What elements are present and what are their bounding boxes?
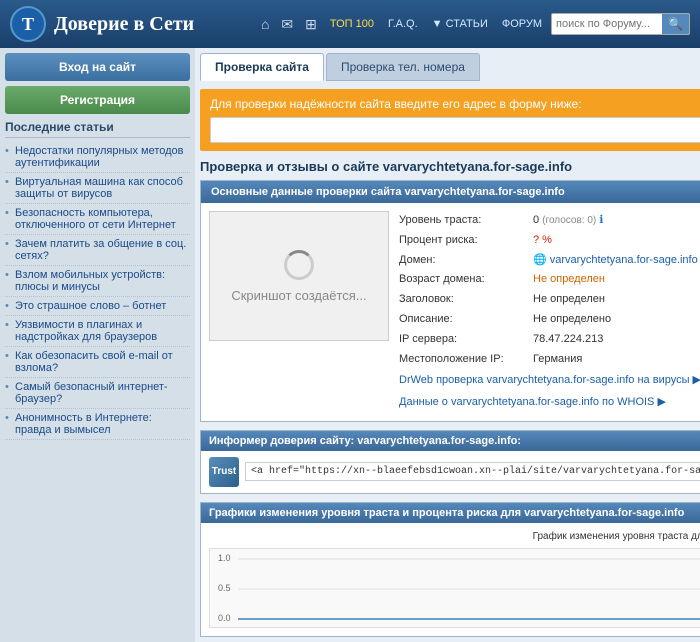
location-label: Местоположение IP: bbox=[399, 350, 529, 370]
graph-svg: 1.0 0.5 0.0 bbox=[210, 549, 700, 629]
articles-list: Недостатки популярных методов аутентифик… bbox=[5, 142, 190, 440]
svg-text:1.0: 1.0 bbox=[218, 553, 231, 563]
sidebar-article-item[interactable]: Взлом мобильных устройств: плюсы и минус… bbox=[5, 266, 190, 297]
informer-section: Информер доверия сайту: varvarychtetyana… bbox=[200, 430, 700, 494]
age-value: Не определен bbox=[533, 270, 605, 290]
drweb-link[interactable]: DrWeb проверка varvarychtetyana.for-sage… bbox=[399, 371, 700, 391]
informer-body: Trust <a href="https://xn--blaeefebsd1cw… bbox=[201, 451, 700, 493]
nav-bar: ⌂ ✉ ⊞ ТОП 100 Г.А.Q. ▼ СТАТЬИ ФОРУМ 🔍 bbox=[257, 13, 690, 35]
description-label: Описание: bbox=[399, 310, 529, 330]
location-value: Германия bbox=[533, 350, 582, 370]
info-box: Для проверки надёжности сайта введите ег… bbox=[200, 89, 700, 151]
sidebar-article-item[interactable]: Анонимность в Интернете: правда и вымысе… bbox=[5, 409, 190, 440]
site-details: Уровень траста: 0 (голосов: 0) ℹ Процент… bbox=[399, 211, 700, 413]
sidebar-articles: Недостатки популярных методов аутентифик… bbox=[5, 142, 190, 440]
title-value: Не определен bbox=[533, 290, 605, 310]
title-label: Заголовок: bbox=[399, 290, 529, 310]
informer-header: Информер доверия сайту: varvarychtetyana… bbox=[201, 431, 700, 451]
nav-top100[interactable]: ТОП 100 bbox=[325, 16, 379, 32]
sidebar-article-item[interactable]: Недостатки популярных методов аутентифик… bbox=[5, 142, 190, 173]
tabs: Проверка сайта Проверка тел. номера bbox=[200, 53, 700, 81]
site-check-title: Проверка и отзывы о сайте varvarychtetya… bbox=[200, 159, 700, 174]
sidebar-articles-title: Последние статьи bbox=[5, 120, 190, 138]
sidebar-article-item[interactable]: Зачем платить за общение в соц. сетях? bbox=[5, 235, 190, 266]
domain-row: Домен: 🌐 varvarychtetyana.for-sage.info bbox=[399, 251, 700, 271]
graph-canvas: 1.0 0.5 0.0 bbox=[209, 548, 700, 628]
main-panel-body: Скриншот создаётся... Уровень траста: 0 … bbox=[201, 203, 700, 421]
loading-spinner bbox=[284, 250, 314, 280]
informer-code[interactable]: <a href="https://xn--blaeefebsd1cwoan.xn… bbox=[245, 462, 700, 481]
graph-header: Графики изменения уровня траста и процен… bbox=[201, 503, 700, 523]
screenshot-area: Скриншот создаётся... bbox=[209, 211, 389, 341]
svg-text:0.0: 0.0 bbox=[218, 613, 231, 623]
sidebar-article-item[interactable]: Как обезопасить свой e-mail от взлома? bbox=[5, 347, 190, 378]
main-panel-header: Основные данные проверки сайта varvarych… bbox=[201, 181, 700, 203]
url-input[interactable] bbox=[210, 117, 700, 143]
sidebar-article-item[interactable]: Самый безопасный интернет-браузер? bbox=[5, 378, 190, 409]
trust-level-row: Уровень траста: 0 (голосов: 0) ℹ Процент… bbox=[399, 211, 700, 413]
title-row: Заголовок: Не определен bbox=[399, 290, 700, 310]
main-panel: Основные данные проверки сайта varvarych… bbox=[200, 180, 700, 422]
register-button[interactable]: Регистрация bbox=[5, 86, 190, 114]
nav-forum[interactable]: ФОРУМ bbox=[497, 16, 547, 32]
layout: Вход на сайт Регистрация Последние стать… bbox=[0, 48, 700, 642]
info-box-text: Для проверки надёжности сайта введите ег… bbox=[210, 97, 582, 111]
trust-level-label: Уровень траста: bbox=[399, 211, 529, 231]
sidebar-article-item[interactable]: Это страшное слово – ботнет bbox=[5, 297, 190, 316]
trust-level-row-detail: Уровень траста: 0 (голосов: 0) ℹ bbox=[399, 211, 700, 231]
home-icon[interactable]: ⌂ bbox=[257, 14, 273, 34]
site-title: Доверие в Сети bbox=[54, 13, 194, 36]
svg-text:0.5: 0.5 bbox=[218, 583, 231, 593]
search-button[interactable]: 🔍 bbox=[662, 14, 689, 34]
email-icon[interactable]: ✉ bbox=[277, 14, 297, 35]
logo-area: Т Доверие в Сети bbox=[10, 6, 194, 42]
header: Т Доверие в Сети ⌂ ✉ ⊞ ТОП 100 Г.А.Q. ▼ … bbox=[0, 0, 700, 48]
trust-votes: (голосов: 0) bbox=[542, 215, 596, 226]
tab-check-phone[interactable]: Проверка тел. номера bbox=[326, 53, 480, 81]
age-row: Возраст домена: Не определен bbox=[399, 270, 700, 290]
sidebar-article-item[interactable]: Безопасность компьютера, отключенного от… bbox=[5, 204, 190, 235]
login-button[interactable]: Вход на сайт bbox=[5, 53, 190, 81]
content: Проверка сайта Проверка тел. номера Для … bbox=[195, 48, 700, 642]
nav-faq[interactable]: Г.А.Q. bbox=[383, 16, 423, 32]
sidebar-article-item[interactable]: Уязвимости в плагинах и надстройках для … bbox=[5, 316, 190, 347]
trust-details: Уровень траста: 0 (голосов: 0) ℹ Процент… bbox=[399, 211, 700, 413]
trust-percent-label: Процент риска: bbox=[399, 231, 529, 251]
nav-articles[interactable]: ▼ СТАТЬИ bbox=[427, 16, 493, 32]
description-row: Описание: Не определено bbox=[399, 310, 700, 330]
graph-body: График изменения уровня траста для varva… bbox=[201, 523, 700, 636]
graph-section: Графики изменения уровня траста и процен… bbox=[200, 502, 700, 637]
sidebar: Вход на сайт Регистрация Последние стать… bbox=[0, 48, 195, 642]
search-box: 🔍 bbox=[551, 13, 690, 35]
description-value: Не определено bbox=[533, 310, 611, 330]
url-input-row: ПРОВЕРКА САЙТА bbox=[210, 117, 700, 143]
domain-label: Домен: bbox=[399, 251, 529, 271]
logo-icon: Т bbox=[10, 6, 46, 42]
location-row: Местоположение IP: Германия bbox=[399, 350, 700, 370]
trust-level-value: 0 (голосов: 0) ℹ bbox=[533, 211, 603, 231]
ip-label: IP сервера: bbox=[399, 330, 529, 350]
search-input[interactable] bbox=[552, 16, 662, 32]
domain-value: 🌐 varvarychtetyana.for-sage.info bbox=[533, 251, 698, 271]
trust-info-icon[interactable]: ℹ bbox=[599, 214, 603, 226]
trust-percent-row: Процент риска: ? % bbox=[399, 231, 700, 251]
svg-text:Т: Т bbox=[22, 14, 34, 34]
trust-percent-value: ? % bbox=[533, 231, 552, 251]
screenshot-text: Скриншот создаётся... bbox=[231, 288, 366, 303]
sidebar-article-item[interactable]: Виртуальная машина как способ защиты от … bbox=[5, 173, 190, 204]
ip-value: 78.47.224.213 bbox=[533, 330, 603, 350]
informer-icon: Trust bbox=[209, 457, 239, 487]
grid-icon[interactable]: ⊞ bbox=[301, 14, 321, 35]
age-label: Возраст домена: bbox=[399, 270, 529, 290]
tab-check-site[interactable]: Проверка сайта bbox=[200, 53, 324, 81]
ip-row: IP сервера: 78.47.224.213 bbox=[399, 330, 700, 350]
whois-link[interactable]: Данные о varvarychtetyana.for-sage.info … bbox=[399, 393, 700, 413]
